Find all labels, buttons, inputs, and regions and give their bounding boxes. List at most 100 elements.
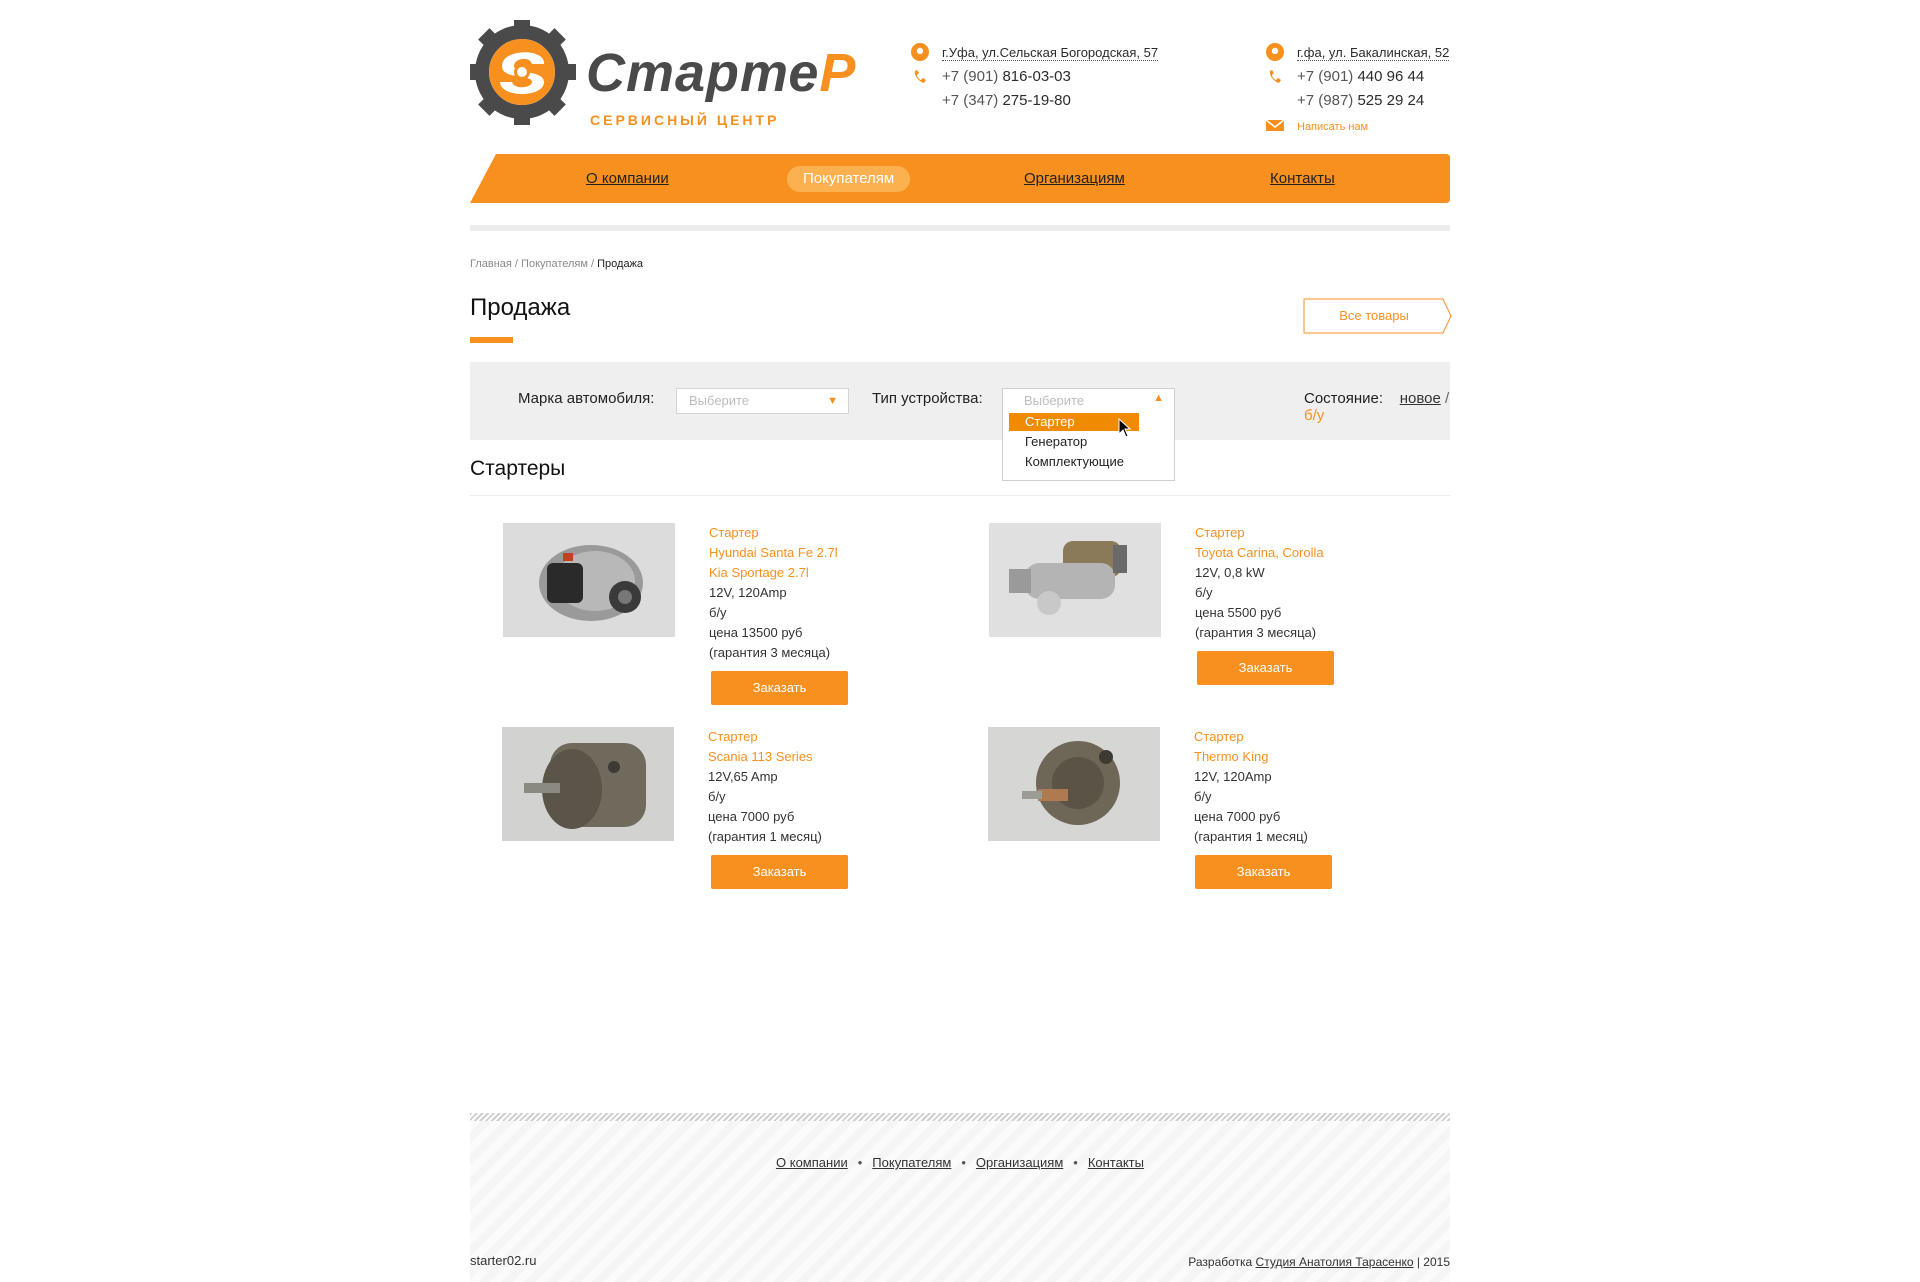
order-button[interactable]: Заказать: [1197, 651, 1334, 685]
condition-new-link[interactable]: новое: [1400, 390, 1441, 407]
phone-number: 816-03-03: [1002, 68, 1071, 85]
product-condition: б/у: [1194, 789, 1212, 804]
product-image[interactable]: [988, 727, 1160, 841]
device-type-label: Тип устройства:: [872, 390, 983, 407]
product-price: цена 13500 руб: [709, 625, 803, 640]
mail-row[interactable]: Написать нам: [1265, 113, 1449, 139]
product-card: Стартер Hyundai Santa Fe 2.7l Kia Sporta…: [503, 523, 923, 713]
product-kind[interactable]: Стартер: [1195, 523, 1324, 543]
phone-number: 275-19-80: [1002, 92, 1071, 109]
product-spec: 12V, 0,8 kW: [1195, 565, 1265, 580]
breadcrumb: Главная / Покупателям / Продажа: [470, 258, 643, 270]
title-underline: [470, 337, 513, 343]
product-info: Стартер Thermo King 12V, 120Amp б/у цена…: [1194, 727, 1308, 847]
phone-number: 440 96 44: [1357, 68, 1425, 85]
footer-bullet: •: [857, 1155, 863, 1170]
product-condition: б/у: [709, 605, 727, 620]
dropdown-option-parts[interactable]: Комплектующие: [1009, 453, 1139, 471]
order-button[interactable]: Заказать: [1195, 855, 1332, 889]
phone-icon: [914, 70, 926, 83]
brand-subtitle: СЕРВИСНЫЙ ЦЕНТР: [590, 112, 780, 128]
product-warranty: (гарантия 1 месяц): [708, 829, 822, 844]
all-goods-label: Все товары: [1339, 308, 1409, 323]
alternator-photo: [503, 523, 675, 637]
phone-row[interactable]: +7 (347) 275-19-80: [910, 89, 1158, 113]
triangle-up-icon: ▲: [1153, 392, 1164, 404]
condition-label: Состояние:: [1304, 390, 1384, 407]
product-kind[interactable]: Стартер: [708, 727, 822, 747]
product-model[interactable]: Toyota Carina, Corolla: [1195, 543, 1324, 563]
nav-divider: [470, 225, 1450, 231]
order-button[interactable]: Заказать: [711, 671, 848, 705]
phone-number: 525 29 24: [1357, 92, 1425, 109]
phone-prefix: +7 (901): [942, 68, 999, 85]
breadcrumb-home[interactable]: Главная: [470, 258, 512, 270]
filter-panel: Марка автомобиля: Выберите ▼ Тип устройс…: [470, 362, 1450, 440]
footer-stripe: [470, 1113, 1450, 1121]
device-type-placeholder: Выберите: [1024, 393, 1085, 408]
product-kind[interactable]: Стартер: [1194, 727, 1308, 747]
phone-row[interactable]: +7 (901) 440 96 44: [1265, 65, 1449, 89]
contact-block-1: г.Уфа, ул.Сельская Богородская, 57 +7 (9…: [910, 40, 1159, 113]
condition-used-link[interactable]: б/у: [1304, 407, 1324, 424]
car-brand-placeholder: Выберите: [689, 393, 750, 408]
product-price: цена 7000 руб: [1194, 809, 1281, 824]
map-pin-icon: [911, 43, 929, 61]
brand-wordmark: СтартеР: [586, 43, 857, 103]
condition-separator: /: [1444, 390, 1450, 407]
footer-link-organizations[interactable]: Организациям: [976, 1155, 1063, 1170]
phone-icon: [1269, 70, 1281, 83]
developer-year: | 2015: [1413, 1255, 1450, 1269]
breadcrumb-separator: /: [511, 258, 522, 270]
developer-link[interactable]: Студия Анатолия Тарасенко: [1256, 1255, 1414, 1269]
site-logo[interactable]: СтартеР СЕРВИСНЫЙ ЦЕНТР: [470, 20, 855, 128]
nav-customers[interactable]: Покупателям: [787, 166, 911, 192]
product-image[interactable]: [989, 523, 1161, 637]
product-spec: 12V,65 Amp: [708, 769, 778, 784]
product-warranty: (гарантия 3 месяца): [1195, 625, 1317, 640]
order-button[interactable]: Заказать: [711, 855, 848, 889]
developer-prefix: Разработка: [1188, 1255, 1256, 1269]
product-model[interactable]: Kia Sportage 2.7l: [709, 563, 838, 583]
product-model[interactable]: Thermo King: [1194, 747, 1308, 767]
nav-organizations[interactable]: Организациям: [1008, 166, 1141, 192]
condition-filter: Состояние: новое / б/у: [1304, 390, 1450, 424]
address-text[interactable]: г.Уфа, ул.Сельская Богородская, 57: [942, 45, 1159, 61]
footer-site-name: starter02.ru: [470, 1253, 537, 1268]
triangle-down-icon: ▼: [827, 395, 838, 407]
phone-row[interactable]: +7 (901) 816-03-03: [910, 65, 1158, 89]
address-row: г.Уфа, ул.Сельская Богородская, 57: [910, 40, 1159, 65]
product-model[interactable]: Hyundai Santa Fe 2.7l: [709, 543, 838, 563]
car-brand-label: Марка автомобиля:: [518, 390, 655, 407]
footer-link-contacts[interactable]: Контакты: [1088, 1155, 1144, 1170]
section-title: Стартеры: [470, 457, 566, 480]
product-image[interactable]: [503, 523, 675, 637]
breadcrumb-section[interactable]: Покупателям: [521, 258, 588, 270]
contact-block-2: г.фа, ул. Бакалинская, 52 +7 (901) 440 9…: [1265, 40, 1450, 139]
write-us-link[interactable]: Написать нам: [1297, 121, 1368, 133]
breadcrumb-separator: /: [587, 258, 598, 270]
product-kind[interactable]: Стартер: [709, 523, 838, 543]
all-goods-button[interactable]: Все товары: [1303, 298, 1453, 334]
footer-link-customers[interactable]: Покупателям: [872, 1155, 951, 1170]
footer-bullet: •: [961, 1155, 966, 1170]
car-brand-select[interactable]: Выберите ▼: [676, 388, 849, 414]
product-card: Стартер Toyota Carina, Corolla 12V, 0,8 …: [989, 523, 1409, 713]
address-text[interactable]: г.фа, ул. Бакалинская, 52: [1297, 45, 1450, 61]
product-image[interactable]: [502, 727, 674, 841]
product-model[interactable]: Scania 113 Series: [708, 747, 822, 767]
product-card: Стартер Scania 113 Series 12V,65 Amp б/у…: [502, 727, 922, 917]
main-nav: О компании Покупателям Организациям Конт…: [470, 154, 1450, 203]
footer-link-about[interactable]: О компании: [776, 1155, 848, 1170]
nav-about[interactable]: О компании: [570, 166, 685, 192]
phone-row[interactable]: +7 (987) 525 29 24: [1265, 89, 1449, 113]
envelope-icon: [1265, 119, 1285, 131]
product-spec: 12V, 120Amp: [1194, 769, 1272, 784]
page-title: Продажа: [470, 294, 571, 321]
product-card: Стартер Thermo King 12V, 120Amp б/у цена…: [988, 727, 1408, 917]
device-type-select[interactable]: Выберите ▲ Стартер Генератор Комплектующ…: [1002, 388, 1175, 481]
nav-contacts[interactable]: Контакты: [1254, 166, 1351, 192]
product-condition: б/у: [708, 789, 726, 804]
product-spec: 12V, 120Amp: [709, 585, 787, 600]
gear-logo-icon: [470, 20, 576, 125]
